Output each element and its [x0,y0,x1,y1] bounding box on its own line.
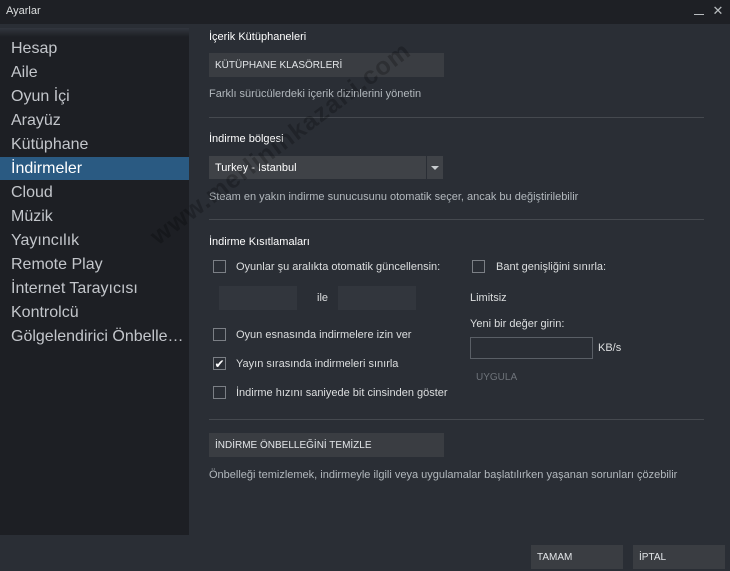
sidebar-item-oyun-ici[interactable]: Oyun İçi [0,85,189,108]
download-region-description: Steam en yakın indirme sunucusunu otomat… [209,191,579,203]
content-libraries-title: İçerik Kütüphaneleri [209,31,307,43]
allow-ingame-downloads-checkbox[interactable] [213,328,226,341]
download-region-dropdown[interactable]: Turkey - Istanbul [209,156,443,179]
sidebar-item-kutuphane[interactable]: Kütüphane [0,133,189,156]
clear-cache-description: Önbelleği temizlemek, indirmeyle ilgili … [209,469,678,481]
sidebar-item-hesap[interactable]: Hesap [0,37,189,60]
sidebar-item-aile[interactable]: Aile [0,61,189,84]
show-bits-label: İndirme hızını saniyede bit cinsinden gö… [236,387,448,399]
update-end-time-field[interactable] [338,286,416,310]
range-connector-label: ile [317,292,329,304]
throttle-streaming-label: Yayın sırasında indirmeleri sınırla [236,358,399,370]
sidebar-item-kontrolcu[interactable]: Kontrolcü [0,301,189,324]
sidebar-item-remote-play[interactable]: Remote Play [0,253,189,276]
apply-bandwidth-button[interactable]: UYGULA [470,367,540,387]
minimize-button[interactable] [691,3,707,19]
throttle-streaming-checkbox[interactable]: ✔ [213,357,226,370]
limit-bandwidth-checkbox[interactable] [472,260,485,273]
settings-sidebar: Hesap Aile Oyun İçi Arayüz Kütüphane İnd… [0,28,189,535]
sidebar-item-internet-tarayicisi[interactable]: İnternet Tarayıcısı [0,277,189,300]
sidebar-item-indirmeler[interactable]: İndirmeler [0,157,189,180]
sidebar-item-muzik[interactable]: Müzik [0,205,189,228]
sidebar-item-yayincilik[interactable]: Yayıncılık [0,229,189,252]
close-button[interactable]: ✕ [710,3,726,19]
show-bits-checkbox[interactable] [213,386,226,399]
clear-download-cache-button[interactable]: İNDİRME ÖNBELLEĞİNİ TEMİZLE [209,433,444,457]
close-icon: ✕ [712,3,724,18]
limit-bandwidth-label: Bant genişliğini sınırla: [496,261,607,273]
title-bar: Ayarlar ✕ [0,0,730,24]
bandwidth-limit-status: Limitsiz [470,292,507,304]
downloads-settings-panel: İçerik Kütüphaneleri KÜTÜPHANE KLASÖRLER… [189,28,730,535]
auto-update-checkbox[interactable] [213,260,226,273]
ok-button[interactable]: TAMAM [531,545,623,569]
allow-ingame-downloads-label: Oyun esnasında indirmelere izin ver [236,329,412,341]
window-title: Ayarlar [6,5,41,17]
download-restrictions-title: İndirme Kısıtlamaları [209,236,310,248]
library-folders-button[interactable]: KÜTÜPHANE KLASÖRLERİ [209,53,444,77]
new-value-label: Yeni bir değer girin: [470,318,565,330]
cancel-button[interactable]: İPTAL [633,545,725,569]
auto-update-label: Oyunlar şu aralıkta otomatik güncellensi… [236,261,441,273]
divider [209,419,704,420]
download-region-title: İndirme bölgesi [209,133,284,145]
update-start-time-field[interactable] [219,286,297,310]
sidebar-item-golgelendirici[interactable]: Gölgelendirici Önbellekleme [0,325,189,348]
checkmark-icon: ✔ [214,356,225,371]
sidebar-top-edge [0,28,189,37]
content-libraries-description: Farklı sürücülerdeki içerik dizinlerini … [209,88,422,100]
divider [209,219,704,220]
chevron-down-icon [426,156,443,179]
bandwidth-value-input[interactable] [470,337,593,359]
download-region-value: Turkey - Istanbul [215,161,297,174]
sidebar-item-cloud[interactable]: Cloud [0,181,189,204]
dialog-footer: TAMAM İPTAL [0,535,730,571]
divider [209,117,704,118]
minimize-icon [694,13,704,15]
sidebar-item-arayuz[interactable]: Arayüz [0,109,189,132]
bandwidth-unit-label: KB/s [598,342,622,354]
